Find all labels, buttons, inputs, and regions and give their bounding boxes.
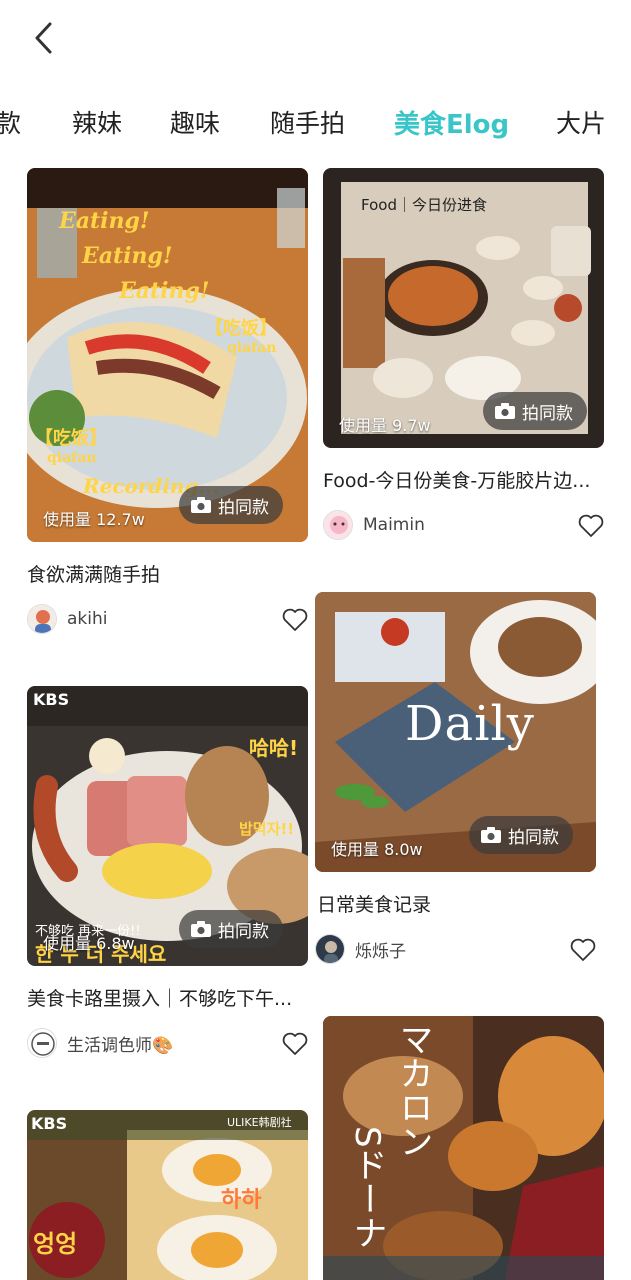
template-card-image[interactable]: Daily 使用量 8.0w 拍同款 xyxy=(315,592,596,872)
author-name: akihi xyxy=(67,609,108,629)
overlay-text: 엉엉 xyxy=(33,1230,78,1258)
overlay-text: 哈哈! xyxy=(249,736,299,760)
tab-item[interactable]: 大片 xyxy=(556,104,606,140)
template-card-image[interactable]: KBS 哈哈! 밥먹자!! 不够吃 再来一份!! 한 누 더 주세요 使用量 6… xyxy=(27,686,308,966)
heart-icon[interactable] xyxy=(282,608,308,632)
heart-icon[interactable] xyxy=(282,1032,308,1056)
same-style-button[interactable]: 拍同款 xyxy=(469,816,573,854)
author-name: 生活调色师🎨 xyxy=(67,1035,174,1056)
overlay-text: 밥먹자!! xyxy=(239,820,295,838)
same-style-label: 拍同款 xyxy=(508,827,559,848)
usage-count: 使用量 12.7w xyxy=(43,510,145,529)
same-style-button[interactable]: 拍同款 xyxy=(483,392,587,430)
overlay-text: Eating! xyxy=(119,278,210,304)
overlay-text: qiafan xyxy=(227,340,277,356)
avatar xyxy=(27,1028,57,1058)
heart-icon[interactable] xyxy=(570,938,596,962)
chevron-left-icon xyxy=(35,22,52,54)
overlay-text: Sドーナ xyxy=(347,1126,387,1250)
overlay-text: qiafan xyxy=(47,450,97,466)
overlay-text: Eating! xyxy=(59,208,150,234)
tab-active[interactable]: 美食Elog xyxy=(394,104,509,141)
camera-icon xyxy=(495,403,515,419)
overlay-text: Daily xyxy=(405,696,535,752)
template-card-image[interactable]: Eating! Eating! Eating! 【吃饭】 qiafan 【吃饭】… xyxy=(27,168,308,542)
card-title[interactable]: 日常美食记录 xyxy=(317,890,598,917)
template-card-image[interactable]: マカロン Sドーナ xyxy=(323,1016,604,1280)
overlay-text: Eating! xyxy=(82,243,173,269)
author-info[interactable]: 生活调色师🎨 xyxy=(27,1028,173,1058)
same-style-button[interactable]: 拍同款 xyxy=(179,486,283,524)
usage-count: 使用量 8.0w xyxy=(331,840,423,859)
card-title[interactable]: 食欲满满随手拍 xyxy=(27,560,308,587)
usage-count: 使用量 9.7w xyxy=(339,416,431,435)
overlay-text: 하하 xyxy=(221,1188,262,1213)
usage-count: 使用量 6.8w xyxy=(43,934,135,953)
template-card-image[interactable]: Food｜今日份进食 使用量 9.7w 拍同款 xyxy=(323,168,604,448)
author-info[interactable]: Maimin xyxy=(323,510,425,540)
tab-item[interactable]: 辣妹 xyxy=(72,104,122,140)
author-name: 烁烁子 xyxy=(355,941,406,962)
avatar xyxy=(323,510,353,540)
overlay-text: Food｜今日份进食 xyxy=(361,196,487,214)
avatar xyxy=(315,934,345,964)
back-button[interactable] xyxy=(28,18,64,58)
same-style-label: 拍同款 xyxy=(218,921,269,942)
overlay-text: 【吃饭】 xyxy=(35,428,107,449)
same-style-button[interactable]: 拍同款 xyxy=(179,910,283,948)
overlay-text: KBS xyxy=(33,690,70,709)
camera-icon xyxy=(191,921,211,937)
avatar xyxy=(27,604,57,634)
category-tabs: 款 辣妹 趣味 随手拍 美食Elog 大片 xyxy=(0,96,631,152)
overlay-text: ULIKE韩剧社 xyxy=(227,1116,292,1129)
author-name: Maimin xyxy=(363,515,425,535)
author-info[interactable]: akihi xyxy=(27,604,107,634)
tab-item[interactable]: 趣味 xyxy=(170,104,220,140)
author-info[interactable]: 烁烁子 xyxy=(315,934,406,964)
heart-icon[interactable] xyxy=(578,514,604,538)
card-title[interactable]: 美食卡路里摄入｜不够吃下午... xyxy=(27,984,308,1011)
overlay-text: 【吃饭】 xyxy=(205,318,277,339)
tab-item[interactable]: 随手拍 xyxy=(270,104,345,140)
template-card-image[interactable]: KBS ULIKE韩剧社 하하 엉엉 xyxy=(27,1110,308,1280)
same-style-label: 拍同款 xyxy=(522,403,573,424)
header xyxy=(0,0,631,78)
camera-icon xyxy=(481,827,501,843)
card-title[interactable]: Food-今日份美食-万能胶片边... xyxy=(323,466,604,493)
overlay-text: マカロン xyxy=(393,1022,433,1158)
same-style-label: 拍同款 xyxy=(218,497,269,518)
overlay-text: KBS xyxy=(31,1114,68,1133)
tab-item[interactable]: 款 xyxy=(0,104,21,140)
camera-icon xyxy=(191,497,211,513)
